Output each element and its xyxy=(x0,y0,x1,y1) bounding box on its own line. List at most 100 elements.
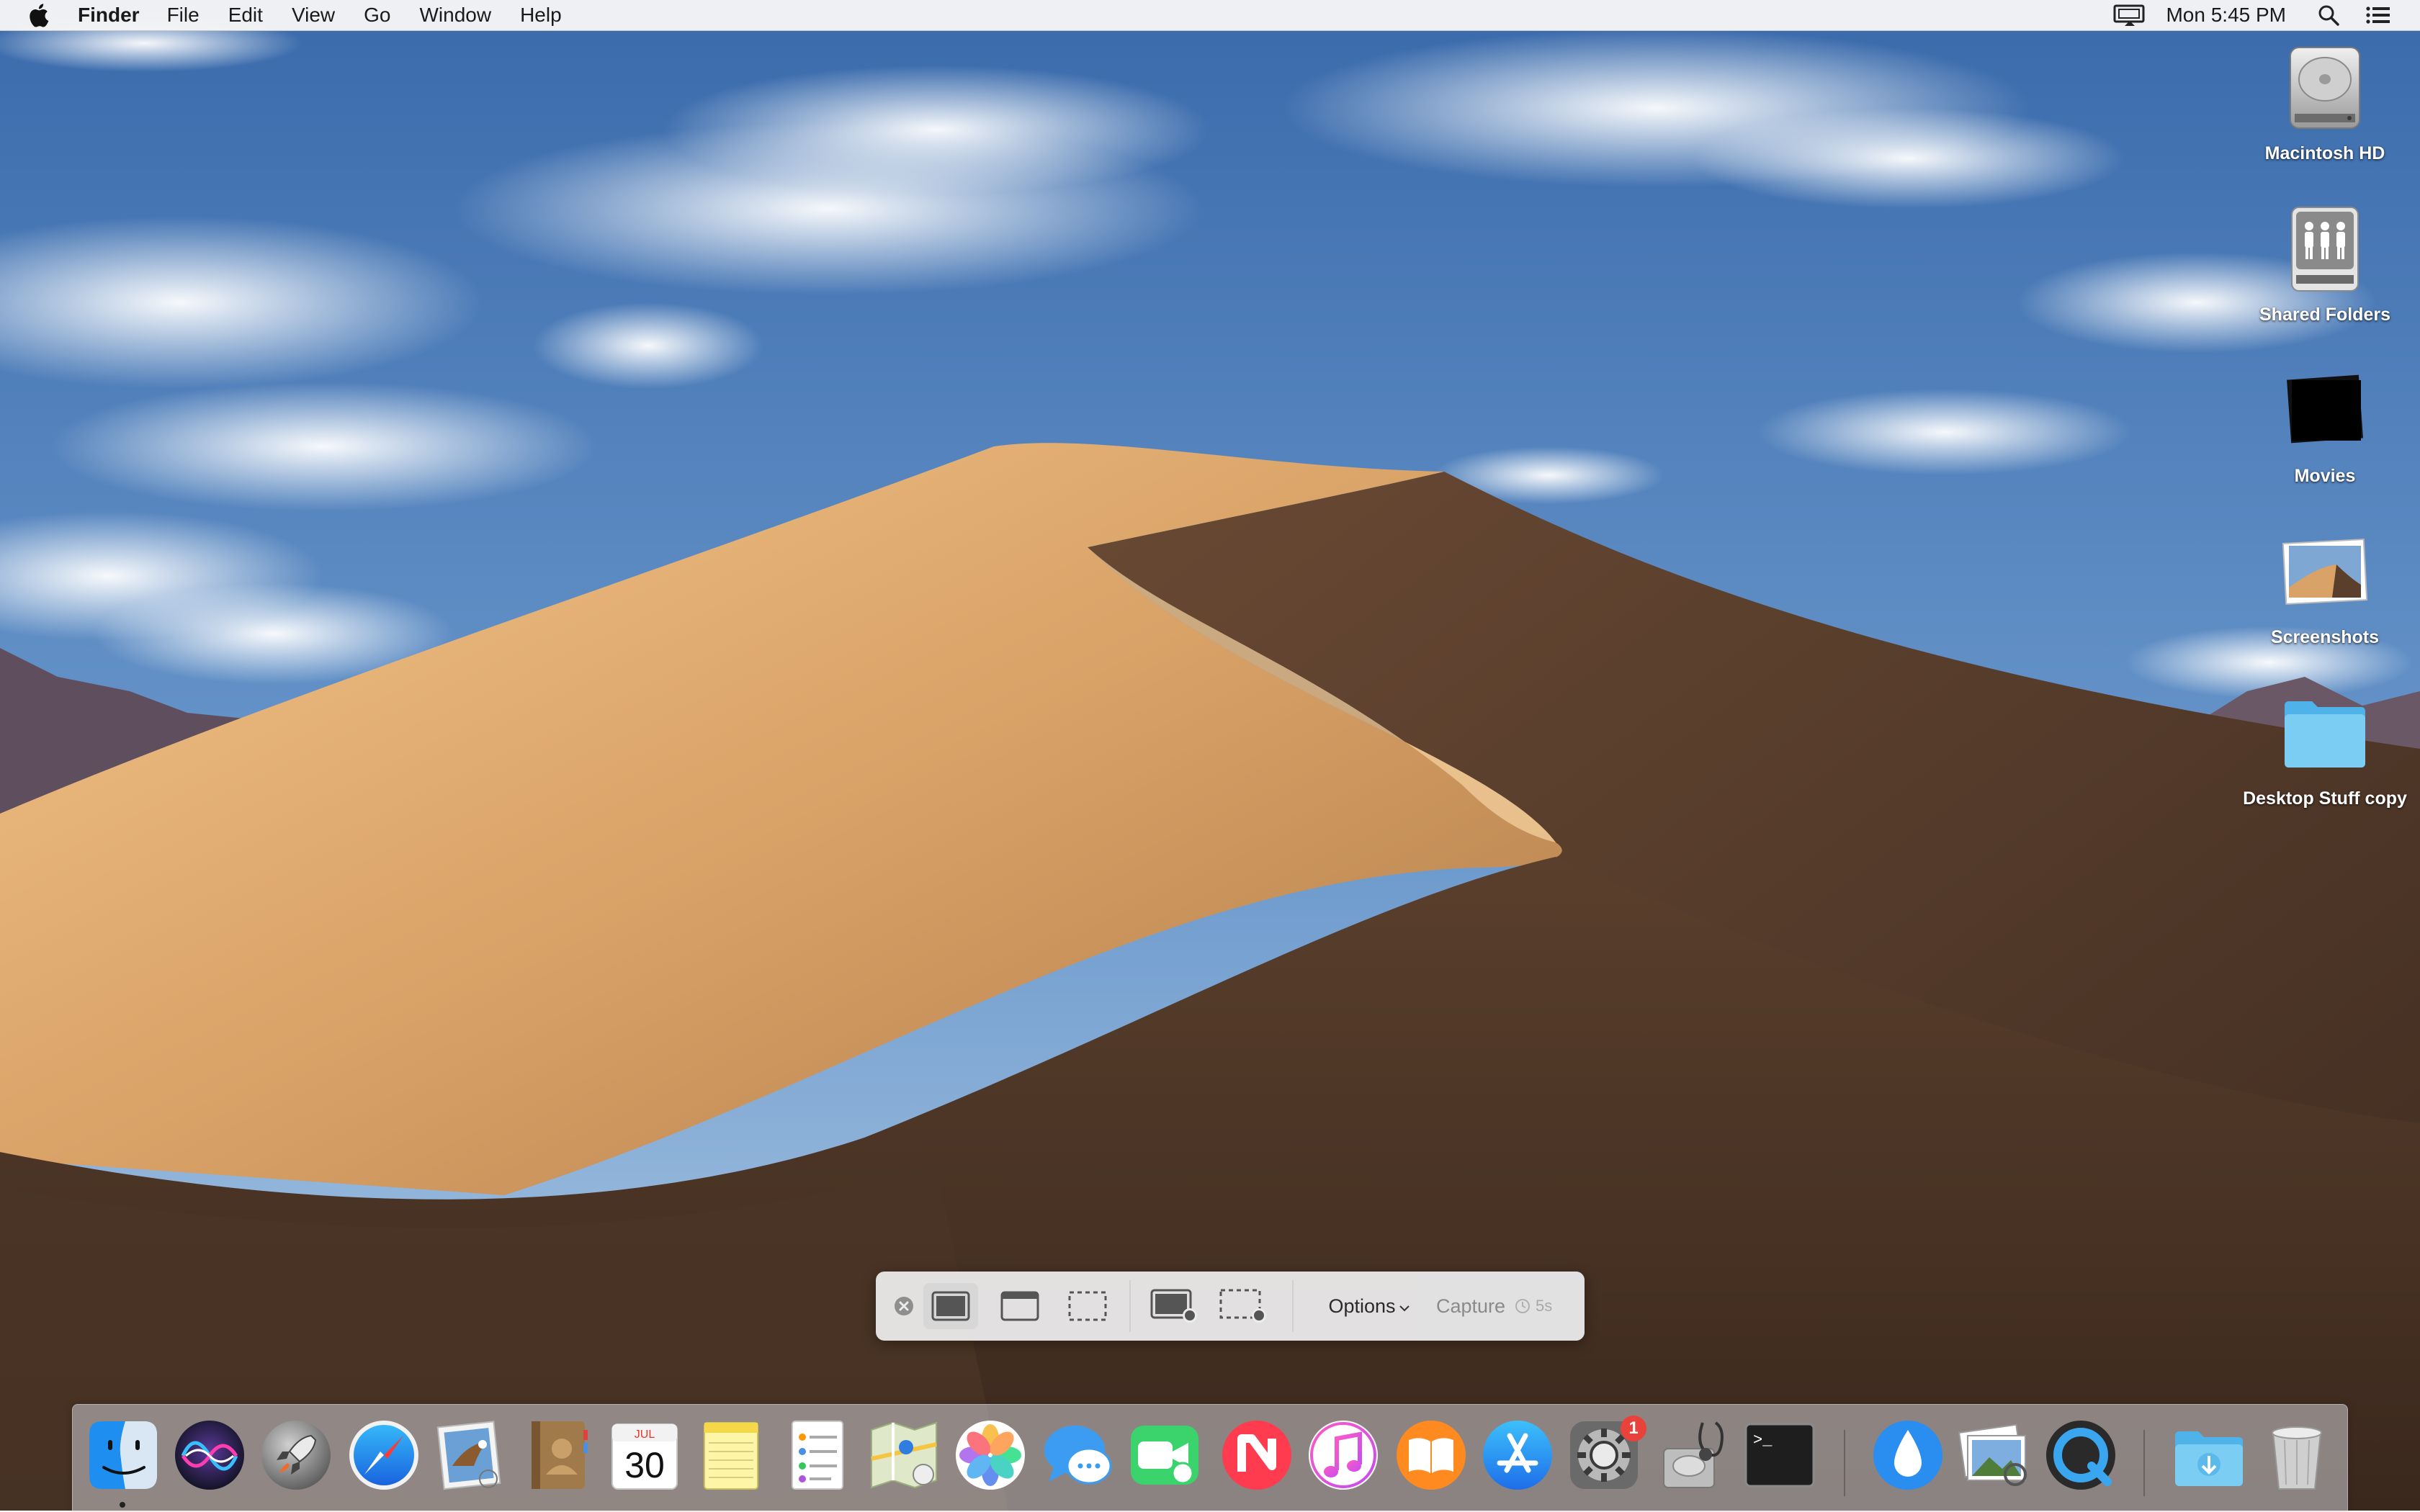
notification-badge: 1 xyxy=(1621,1416,1646,1441)
dock-item-drop[interactable] xyxy=(1868,1416,1948,1495)
safari-compass-icon xyxy=(349,1421,418,1490)
record-selected-portion-button[interactable] xyxy=(1211,1283,1276,1329)
news-icon xyxy=(1222,1421,1291,1490)
dock-item-preview[interactable] xyxy=(1955,1416,2034,1495)
capture-label: Capture xyxy=(1436,1295,1506,1317)
water-drop-icon xyxy=(1873,1421,1942,1490)
quicktime-icon xyxy=(2046,1421,2115,1490)
dock-item-calendar[interactable]: JUL 30 xyxy=(605,1416,684,1495)
reminders-icon xyxy=(792,1421,843,1490)
dock-item-maps[interactable] xyxy=(864,1416,944,1495)
desktop-icon-label: Macintosh HD xyxy=(2264,143,2385,163)
desktop-icon-label: Desktop Stuff copy xyxy=(2243,788,2407,809)
movies-folder-icon xyxy=(2275,360,2375,461)
messages-bubble-icon xyxy=(1044,1426,1112,1485)
desktop-icon-movies[interactable]: Movies xyxy=(2242,360,2408,488)
menu-go[interactable]: Go xyxy=(364,4,390,27)
books-icon xyxy=(1397,1421,1466,1490)
screenshot-toolbar: Options Capture 5s xyxy=(876,1272,1585,1341)
capture-selected-portion-button[interactable] xyxy=(1060,1283,1115,1329)
calendar-month: JUL xyxy=(635,1428,655,1441)
record-entire-screen-button[interactable] xyxy=(1142,1283,1207,1329)
running-indicator xyxy=(120,1502,125,1508)
dock-item-photos[interactable] xyxy=(951,1416,1030,1495)
dock-item-disk-utility[interactable] xyxy=(1652,1416,1731,1495)
folder-icon xyxy=(2275,683,2375,783)
itunes-music-note-icon xyxy=(1309,1421,1378,1490)
dock-item-downloads[interactable] xyxy=(2169,1416,2249,1495)
calendar-day: 30 xyxy=(624,1445,665,1485)
hard-drive-icon xyxy=(2275,37,2375,138)
calendar-icon: JUL 30 xyxy=(611,1423,678,1490)
launchpad-rocket-icon xyxy=(261,1421,331,1490)
desktop-icon-shared-folders[interactable]: Shared Folders xyxy=(2242,199,2408,327)
airplay-display-icon[interactable] xyxy=(2112,4,2147,27)
dock-item-terminal[interactable]: >_ xyxy=(1740,1416,1819,1495)
maps-icon xyxy=(871,1421,937,1489)
terminal-prompt: >_ xyxy=(1753,1431,1773,1449)
dock-item-contacts[interactable] xyxy=(517,1416,596,1495)
menu-edit[interactable]: Edit xyxy=(228,4,263,27)
close-toolbar-button[interactable] xyxy=(893,1295,915,1317)
menu-view[interactable]: View xyxy=(292,4,335,27)
dock-item-notes[interactable] xyxy=(691,1416,771,1495)
menu-window[interactable]: Window xyxy=(419,4,491,27)
capture-entire-screen-icon xyxy=(931,1291,970,1321)
terminal-icon: >_ xyxy=(1744,1423,1815,1488)
capture-selected-window-button[interactable] xyxy=(992,1283,1047,1329)
timer-label: 5s xyxy=(1536,1297,1553,1315)
toolbar-separator xyxy=(1292,1280,1294,1332)
desktop-icon-label: Movies xyxy=(2294,466,2356,486)
dock-separator xyxy=(2143,1430,2145,1496)
disk-utility-stethoscope-icon xyxy=(1663,1421,1724,1488)
dock-item-news[interactable] xyxy=(1217,1416,1296,1495)
photos-flower-icon xyxy=(956,1421,1025,1490)
menu-app-name[interactable]: Finder xyxy=(78,4,140,27)
close-icon xyxy=(895,1297,913,1315)
capture-selected-window-icon xyxy=(1000,1291,1039,1321)
dock-item-launchpad[interactable] xyxy=(256,1416,336,1495)
capture-timer: 5s xyxy=(1514,1283,1552,1329)
spotlight-search-icon[interactable] xyxy=(2318,4,2339,26)
dock-item-books[interactable] xyxy=(1392,1416,1471,1495)
options-dropdown[interactable]: Options xyxy=(1308,1283,1430,1329)
desktop-icon-label: Shared Folders xyxy=(2259,305,2390,325)
dock-item-itunes[interactable] xyxy=(1304,1416,1383,1495)
dock-item-finder[interactable] xyxy=(84,1416,163,1495)
capture-entire-screen-button[interactable] xyxy=(923,1283,978,1329)
record-entire-screen-icon xyxy=(1150,1289,1197,1323)
capture-button[interactable]: Capture xyxy=(1436,1283,1505,1329)
record-selected-portion-icon xyxy=(1219,1289,1266,1323)
dock-item-app-store[interactable] xyxy=(1478,1416,1557,1495)
dock-item-safari[interactable] xyxy=(344,1416,424,1495)
notes-icon xyxy=(704,1422,758,1490)
dock-item-trash[interactable] xyxy=(2257,1416,2336,1495)
preview-photos-icon xyxy=(1958,1423,2027,1486)
desktop-icon-macintosh-hd[interactable]: Macintosh HD xyxy=(2242,37,2408,166)
menu-help[interactable]: Help xyxy=(520,4,562,27)
dock-item-facetime[interactable] xyxy=(1125,1416,1204,1495)
menu-file[interactable]: File xyxy=(167,4,200,27)
dock-item-quicktime[interactable] xyxy=(2041,1416,2120,1495)
desktop-icon-label: Screenshots xyxy=(2270,627,2380,647)
screenshots-image-icon xyxy=(2275,521,2375,622)
menu-bar: Finder File Edit View Go Window Help Mon… xyxy=(0,0,2420,31)
dock-item-mail[interactable] xyxy=(431,1416,510,1495)
apple-menu-icon[interactable] xyxy=(27,3,49,27)
desktop-icon-desktop-stuff-copy[interactable]: Desktop Stuff copy xyxy=(2242,683,2408,811)
capture-selected-portion-icon xyxy=(1068,1291,1107,1321)
menu-bar-status-area: Mon 5:45 PM xyxy=(2112,0,2420,30)
finder-icon xyxy=(89,1421,157,1489)
siri-icon xyxy=(175,1421,244,1490)
dock-item-siri[interactable] xyxy=(170,1416,249,1495)
facetime-camera-icon xyxy=(1131,1426,1198,1485)
options-label: Options xyxy=(1328,1295,1396,1317)
notification-center-icon[interactable] xyxy=(2365,5,2391,25)
desktop-icon-screenshots[interactable]: Screenshots xyxy=(2242,521,2408,649)
dock-separator xyxy=(1844,1430,1845,1496)
shared-folders-drive-icon xyxy=(2275,199,2375,300)
dock-item-messages[interactable] xyxy=(1039,1416,1118,1495)
toolbar-separator xyxy=(1129,1280,1131,1332)
menu-clock[interactable]: Mon 5:45 PM xyxy=(2166,4,2286,27)
dock-item-reminders[interactable] xyxy=(778,1416,857,1495)
